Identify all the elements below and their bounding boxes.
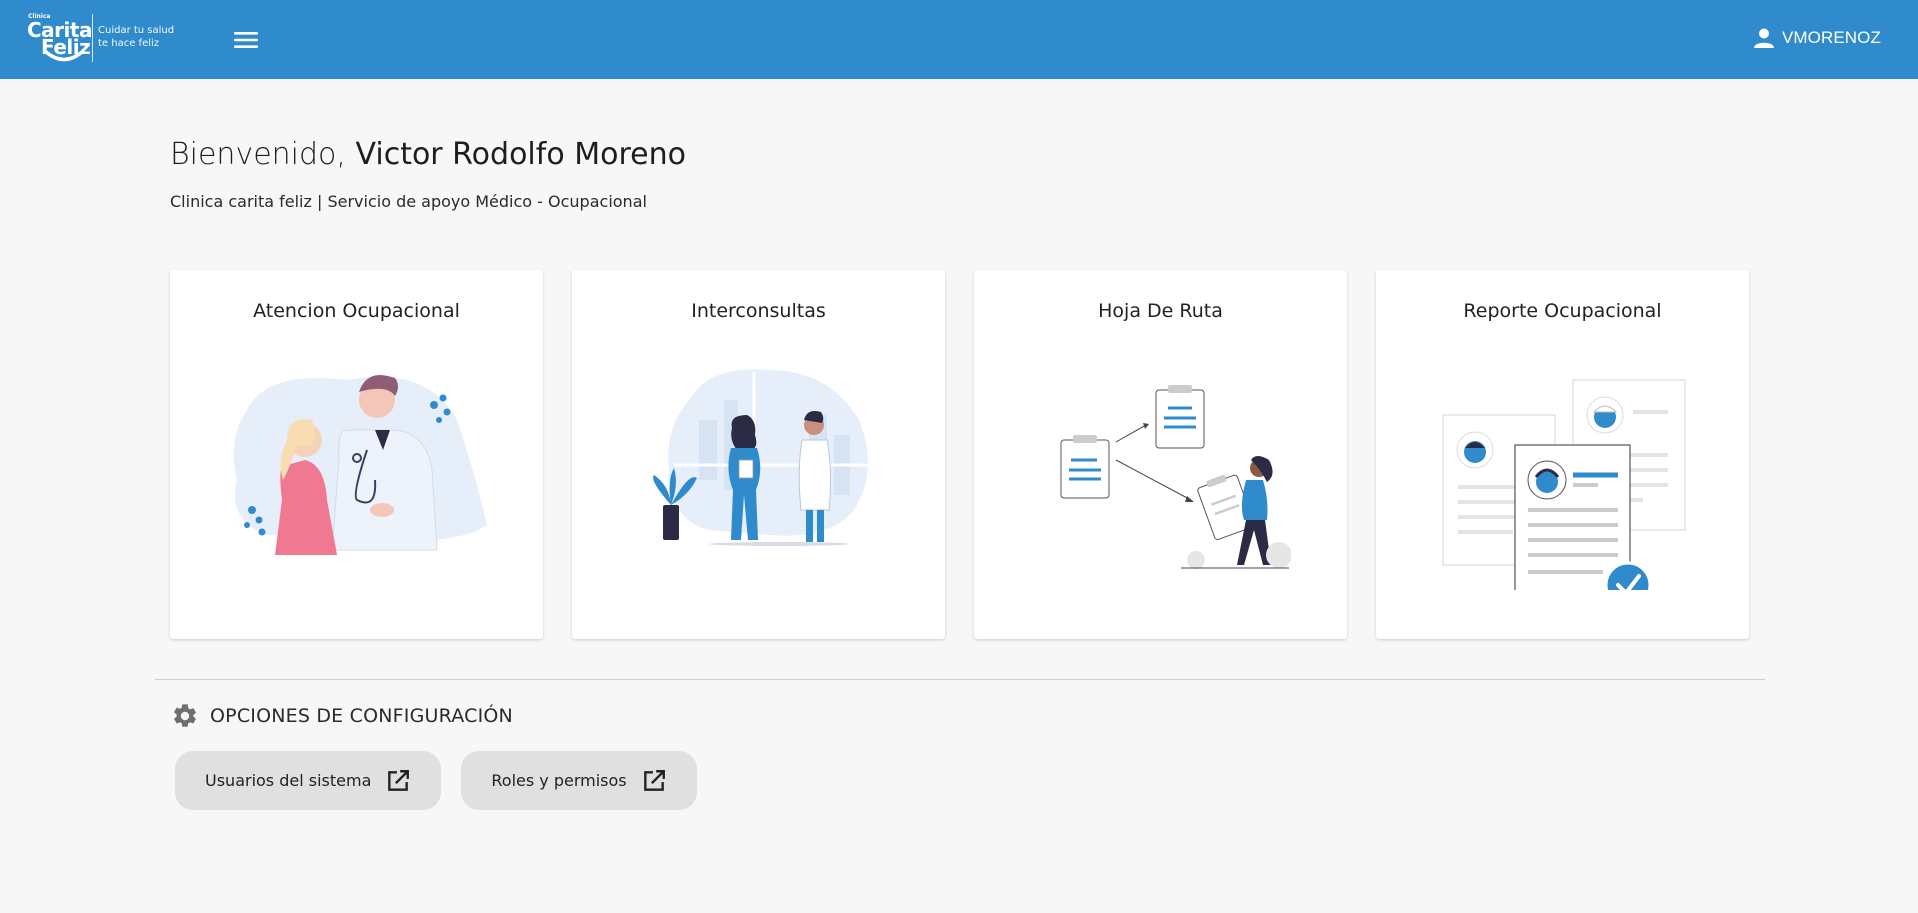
button-label: Usuarios del sistema (205, 771, 372, 790)
open-in-new-icon (388, 769, 410, 791)
welcome-user-name: Victor Rodolfo Moreno (355, 137, 686, 172)
card-interconsultas[interactable]: Interconsultas (572, 270, 945, 639)
welcome-greeting: Bienvenido, (170, 137, 346, 172)
route-sheet-illustration (1060, 385, 1291, 569)
open-in-new-icon (643, 769, 665, 791)
card-reporte-ocupacional[interactable]: Reporte Ocupacional (1376, 270, 1749, 639)
button-label: Roles y permisos (491, 771, 627, 790)
username-label: VMORENOZ (1781, 28, 1881, 47)
medical-staff-illustration (652, 369, 869, 546)
section-divider (155, 679, 1765, 680)
logo-tagline-line1: Cuidar tu salud (98, 25, 175, 36)
hamburger-menu-icon (234, 32, 258, 48)
hamburger-menu-button[interactable] (224, 22, 268, 58)
welcome-heading: Bienvenido, Victor Rodolfo Moreno (170, 137, 686, 172)
usuarios-del-sistema-button[interactable]: Usuarios del sistema (175, 751, 442, 810)
logo-tagline-line2: te hace feliz (98, 38, 160, 49)
card-title: Hoja De Ruta (1098, 300, 1223, 322)
logo-separator (92, 14, 93, 62)
logo-smile-icon (44, 50, 84, 62)
person-icon (1753, 28, 1774, 48)
module-cards: Atencion Ocupacional Interconsultas Hoja… (170, 270, 1749, 639)
gear-icon (174, 704, 196, 727)
config-buttons: Usuarios del sistema Roles y permisos (175, 751, 697, 810)
doctor-patient-illustration (233, 375, 487, 555)
config-section-title: OPCIONES DE CONFIGURACIÓN (210, 705, 513, 727)
config-section-header: OPCIONES DE CONFIGURACIÓN (171, 702, 513, 730)
reports-check-illustration (1441, 379, 1686, 590)
roles-y-permisos-button[interactable]: Roles y permisos (461, 751, 697, 810)
logo-tagline: Cuidar tu salud te hace feliz (98, 24, 174, 50)
card-title: Atencion Ocupacional (253, 300, 460, 322)
card-atencion-ocupacional[interactable]: Atencion Ocupacional (170, 270, 543, 639)
top-app-bar: Clínica Carita Feliz Cuidar tu salud te … (0, 0, 1918, 79)
clinic-logo[interactable]: Clínica Carita Feliz Cuidar tu salud te … (26, 10, 178, 66)
card-hoja-de-ruta[interactable]: Hoja De Ruta (974, 270, 1347, 639)
welcome-subtitle: Clinica carita feliz | Servicio de apoyo… (170, 192, 647, 211)
card-title: Reporte Ocupacional (1463, 300, 1662, 322)
card-title: Interconsultas (691, 300, 826, 322)
user-menu[interactable]: VMORENOZ (1752, 26, 1881, 50)
